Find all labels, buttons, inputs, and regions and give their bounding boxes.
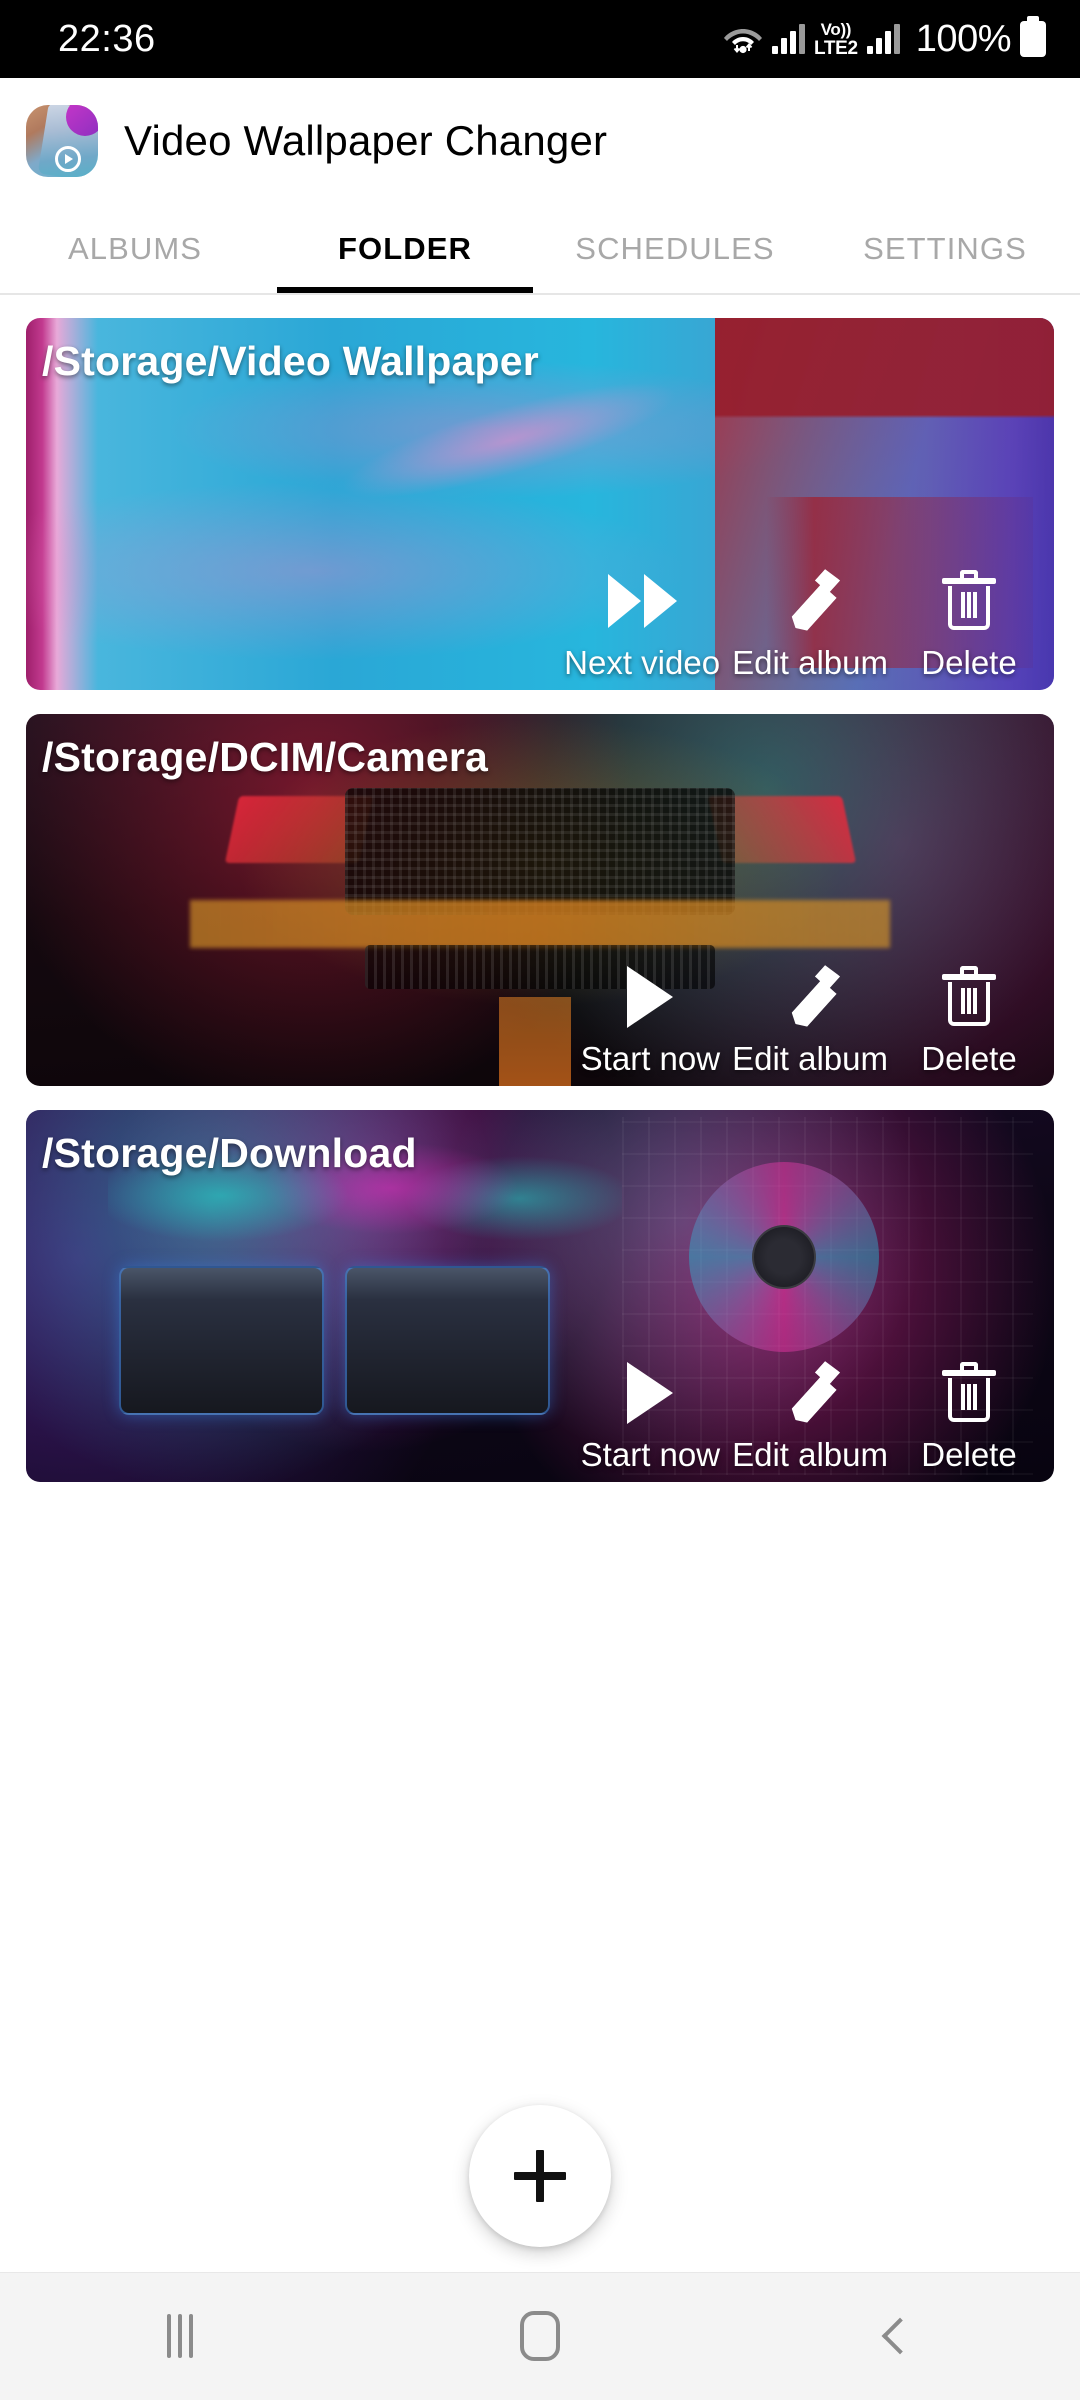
delete-button[interactable]: Delete: [894, 960, 1044, 1078]
pencil-icon: [779, 564, 841, 638]
tab-schedules[interactable]: SCHEDULES: [540, 204, 810, 294]
folder-actions: Start now Edit album Delete: [575, 1356, 1044, 1474]
play-icon: [627, 1356, 674, 1430]
delete-label: Delete: [921, 1436, 1017, 1473]
add-folder-fab[interactable]: [469, 2105, 611, 2247]
app-root: 22:36 Vo)) LTE2 100% Video Wallpaper Cha…: [0, 0, 1080, 2400]
pencil-icon: [779, 960, 841, 1034]
start-now-button[interactable]: Start now: [575, 1356, 726, 1474]
trash-icon: [942, 564, 996, 638]
start-now-button[interactable]: Start now: [575, 960, 726, 1078]
folder-path-label: /Storage/Video Wallpaper: [42, 338, 539, 384]
edit-album-button[interactable]: Edit album: [726, 564, 894, 682]
next-video-label: Next video: [564, 644, 721, 681]
next-video-button[interactable]: Next video: [558, 564, 726, 682]
pencil-icon: [779, 1356, 841, 1430]
page-title: Video Wallpaper Changer: [124, 117, 608, 164]
wifi-icon: [723, 23, 763, 55]
system-nav-bar: [0, 2272, 1080, 2400]
app-logo-play-icon: [54, 145, 81, 172]
tab-bar: ALBUMS FOLDER SCHEDULES SETTINGS: [0, 204, 1080, 294]
app-logo-icon: [26, 105, 98, 177]
nav-home-button[interactable]: [360, 2272, 720, 2400]
signal-bars-icon-2: [866, 24, 900, 54]
folder-list: /Storage/Video Wallpaper Next video Edit…: [26, 318, 1054, 1506]
folder-path-label: /Storage/DCIM/Camera: [42, 734, 489, 780]
edit-album-button[interactable]: Edit album: [726, 960, 894, 1078]
plus-icon: [514, 2150, 566, 2202]
tab-settings[interactable]: SETTINGS: [810, 204, 1080, 294]
nav-recents-button[interactable]: [0, 2272, 360, 2400]
start-now-label: Start now: [580, 1040, 721, 1077]
trash-icon: [942, 960, 996, 1034]
battery-icon: [1020, 16, 1046, 57]
delete-button[interactable]: Delete: [894, 1356, 1044, 1474]
folder-actions: Next video Edit album Delete: [558, 564, 1044, 682]
folder-card[interactable]: /Storage/Download Start now Edit album D…: [26, 1110, 1054, 1482]
tab-folder[interactable]: FOLDER: [270, 204, 540, 294]
fast-forward-icon: [607, 564, 677, 638]
signal-bars-icon: [771, 24, 805, 54]
edit-album-label: Edit album: [732, 1040, 888, 1077]
volte-icon: Vo)) LTE2: [814, 21, 858, 58]
delete-label: Delete: [921, 644, 1017, 681]
folder-card[interactable]: /Storage/DCIM/Camera Start now Edit albu…: [26, 714, 1054, 1086]
nav-back-button[interactable]: [720, 2272, 1080, 2400]
edit-album-label: Edit album: [732, 644, 888, 681]
play-icon: [627, 960, 674, 1034]
status-bar: 22:36 Vo)) LTE2 100%: [0, 0, 1080, 78]
delete-button[interactable]: Delete: [894, 564, 1044, 682]
recents-icon: [167, 2314, 193, 2358]
start-now-label: Start now: [580, 1436, 721, 1473]
back-icon: [881, 2317, 919, 2355]
tab-bar-divider: [0, 293, 1080, 295]
status-bar-icons: Vo)) LTE2 100%: [723, 16, 1046, 61]
edit-album-label: Edit album: [732, 1436, 888, 1473]
home-icon: [520, 2311, 560, 2361]
status-bar-clock: 22:36: [58, 18, 156, 60]
edit-album-button[interactable]: Edit album: [726, 1356, 894, 1474]
volte-top-label: Vo)): [820, 19, 852, 39]
battery-percent-label: 100%: [915, 17, 1012, 60]
volte-bottom-label: LTE2: [813, 37, 858, 59]
app-bar: Video Wallpaper Changer: [0, 78, 1080, 204]
folder-card[interactable]: /Storage/Video Wallpaper Next video Edit…: [26, 318, 1054, 690]
delete-label: Delete: [921, 1040, 1017, 1077]
tab-albums[interactable]: ALBUMS: [0, 204, 270, 294]
trash-icon: [942, 1356, 996, 1430]
folder-actions: Start now Edit album Delete: [575, 960, 1044, 1078]
folder-path-label: /Storage/Download: [42, 1130, 417, 1176]
